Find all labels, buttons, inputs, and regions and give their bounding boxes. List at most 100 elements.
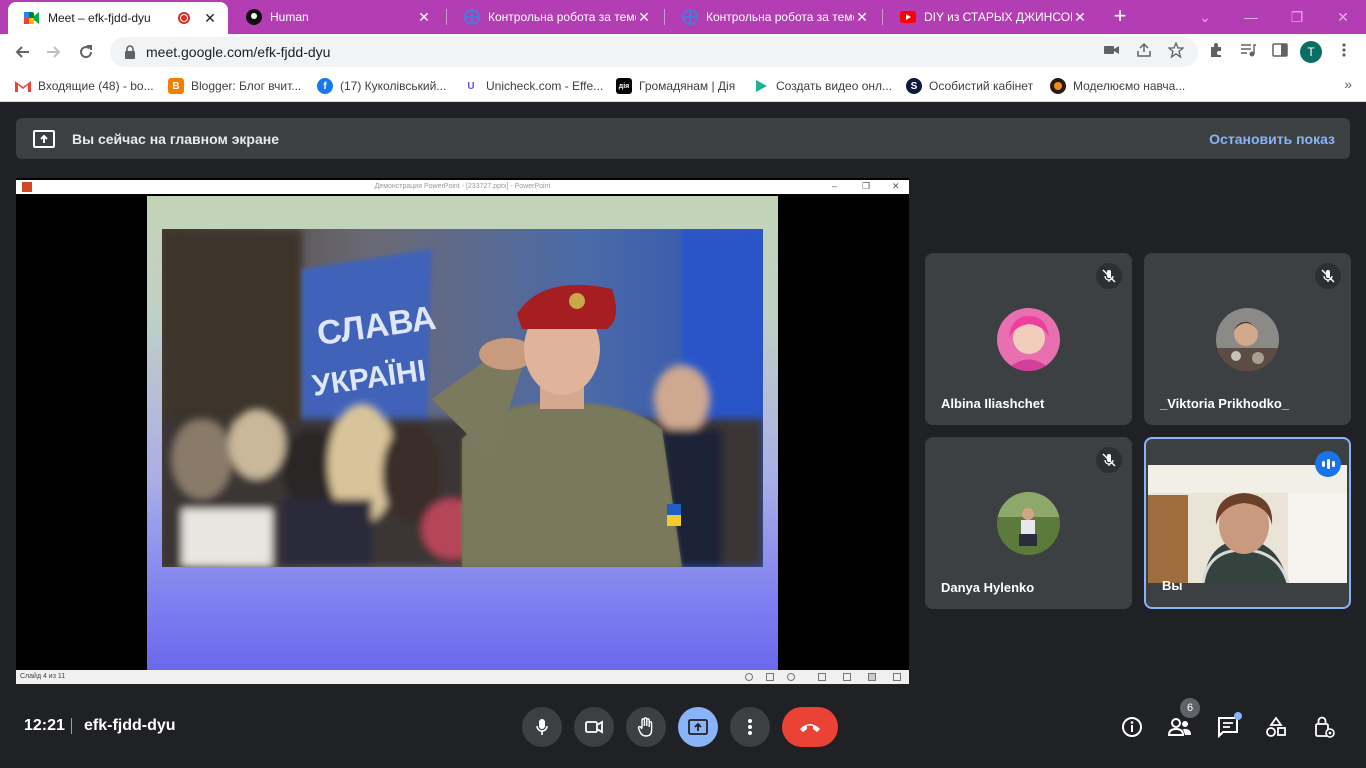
bookmark-label: Громадянам | Дія [639, 79, 736, 93]
bookmark-star-icon[interactable] [1166, 40, 1186, 60]
tab-search-icon[interactable]: ⌄ [1182, 0, 1228, 34]
slide-photo: СЛАВА УКРАЇНІ [162, 229, 763, 567]
participant-name: Вы [1162, 578, 1183, 593]
tab-title: Контрольна робота за темо [706, 10, 854, 24]
shared-screen: Демонстрация PowerPoint - [233727.pptx] … [16, 178, 909, 684]
tab-meet[interactable]: Meet – efk-fjdd-dyu ✕ [8, 2, 228, 34]
participant-name: Danya Hylenko [941, 580, 1035, 595]
mic-off-icon [1315, 263, 1341, 289]
quiz-icon [464, 9, 480, 25]
tab-human[interactable]: Human ✕ [230, 0, 442, 34]
share-icon[interactable] [1134, 40, 1154, 60]
self-video [1148, 465, 1347, 583]
bookmark-gmail[interactable]: Входящие (48) - bo... [15, 76, 154, 96]
powerpoint-titlebar: Демонстрация PowerPoint - [233727.pptx] … [16, 180, 909, 194]
more-bookmarks-icon[interactable]: » [1344, 76, 1352, 92]
bookmark-label: Unicheck.com - Effe... [486, 79, 604, 93]
close-tab-icon[interactable]: ✕ [1072, 9, 1088, 26]
close-tab-icon[interactable]: ✕ [202, 10, 218, 27]
meeting-time: 12:21 [24, 717, 65, 734]
activities-icon[interactable] [1263, 714, 1289, 740]
camera-icon [585, 720, 603, 734]
self-tile[interactable]: Вы [1144, 437, 1351, 609]
bookmark-label: Моделюємо навча... [1073, 79, 1186, 93]
close-window-icon[interactable]: ✕ [1320, 0, 1366, 34]
tab-title: Human [270, 10, 309, 24]
reading-view-icon [868, 673, 876, 681]
recording-indicator-icon [178, 12, 190, 24]
blogger-icon: B [168, 78, 184, 94]
bookmark-facebook[interactable]: f (17) Куколівський... [317, 76, 446, 96]
minimize-icon[interactable]: — [1228, 0, 1274, 34]
powerpoint-window-title: Демонстрация PowerPoint - [233727.pptx] … [374, 183, 551, 190]
tab-youtube[interactable]: DIY из СТАРЫХ ДЖИНСОВ ✕ [884, 0, 1098, 34]
host-controls-icon[interactable] [1311, 714, 1337, 740]
lock-icon[interactable] [122, 44, 138, 60]
microphone-button[interactable] [522, 707, 562, 747]
pp-restore-icon: ❐ [862, 181, 871, 191]
side-panel-icon[interactable] [1270, 40, 1290, 60]
quiz-icon [682, 9, 698, 25]
new-tab-button[interactable]: + [1108, 4, 1132, 28]
tab-title: DIY из СТАРЫХ ДЖИНСОВ [924, 10, 1072, 24]
slide-counter: Слайд 4 из 11 [20, 673, 66, 680]
present-now-button[interactable] [678, 707, 718, 747]
tab-title: Meet – efk-fjdd-dyu [48, 11, 151, 25]
participant-tile[interactable]: Danya Hylenko [925, 437, 1132, 609]
bookmark-video[interactable]: Создать видео онл... [753, 76, 892, 96]
bookmark-blogger[interactable]: B Blogger: Блог вчит... [168, 76, 301, 96]
tab-quiz-2[interactable]: Контрольна робота за темо ✕ [666, 0, 880, 34]
present-screen-icon [688, 719, 708, 735]
human-site-icon [246, 9, 262, 25]
close-tab-icon[interactable]: ✕ [416, 9, 432, 26]
play-icon [753, 78, 769, 94]
media-control-icon[interactable] [1238, 40, 1258, 60]
people-icon[interactable] [1167, 714, 1193, 740]
close-tab-icon[interactable]: ✕ [636, 9, 652, 26]
bookmark-model[interactable]: Моделюємо навча... [1050, 76, 1185, 96]
more-options-button[interactable] [730, 707, 770, 747]
pp-close-icon: ✕ [892, 181, 900, 191]
meeting-details-icon[interactable] [1119, 714, 1145, 740]
close-tab-icon[interactable]: ✕ [854, 9, 870, 26]
next-slide-icon [787, 673, 795, 681]
reload-icon[interactable] [72, 38, 100, 66]
avatar [1216, 308, 1279, 371]
avatar [997, 308, 1060, 371]
cabinet-icon: S [906, 78, 922, 94]
pp-minimize-icon: – [832, 181, 838, 191]
stop-presenting-button[interactable]: Остановить показ [1209, 131, 1335, 147]
bookmarks-bar: Входящие (48) - bo... B Blogger: Блог вч… [0, 70, 1366, 102]
normal-view-icon [818, 673, 826, 681]
extensions-icon[interactable] [1206, 40, 1226, 60]
tab-title: Контрольна робота за темо [488, 10, 636, 24]
camera-button[interactable] [574, 707, 614, 747]
participant-name: Albina Iliashchet [941, 396, 1045, 411]
divider [71, 718, 72, 734]
camera-in-use-icon[interactable] [1102, 40, 1122, 60]
mic-off-icon [1096, 447, 1122, 473]
participant-tile[interactable]: Albina Iliashchet [925, 253, 1132, 425]
chat-notification-dot [1234, 712, 1242, 720]
raise-hand-button[interactable] [626, 707, 666, 747]
bookmark-label: Особистий кабінет [929, 79, 1034, 93]
address-bar[interactable]: meet.google.com/efk-fjdd-dyu [110, 37, 1198, 67]
chrome-menu-icon[interactable] [1334, 40, 1354, 60]
bookmark-diia[interactable]: дія Громадянам | Дія [616, 76, 735, 96]
bookmark-label: Входящие (48) - bo... [38, 79, 154, 93]
bookmark-unicheck[interactable]: U Unicheck.com - Effe... [463, 76, 603, 96]
tab-quiz-1[interactable]: Контрольна робота за темо ✕ [448, 0, 662, 34]
profile-avatar[interactable]: T [1300, 41, 1322, 63]
participant-tile[interactable]: _Viktoria Prikhodko_ [1144, 253, 1351, 425]
forward-icon[interactable] [40, 38, 68, 66]
meeting-code: efk-fjdd-dyu [84, 717, 176, 734]
present-screen-icon [33, 129, 55, 148]
back-icon[interactable] [8, 38, 36, 66]
slideshow-view-icon [893, 673, 901, 681]
bookmark-cabinet[interactable]: S Особистий кабінет [906, 76, 1033, 96]
prev-slide-icon [745, 673, 753, 681]
restore-icon[interactable]: ❐ [1274, 0, 1320, 34]
youtube-icon [900, 9, 916, 25]
participant-name: _Viktoria Prikhodko_ [1160, 396, 1290, 411]
leave-call-button[interactable] [782, 707, 838, 747]
